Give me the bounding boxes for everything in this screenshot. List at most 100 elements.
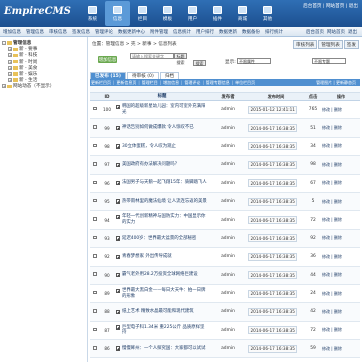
action-link[interactable]: 更新信息页 <box>116 80 136 86</box>
expand-icon[interactable]: + <box>8 47 12 52</box>
search-button[interactable]: 搜索 <box>193 60 206 66</box>
submenu-item[interactable]: 数据备份 <box>242 29 260 35</box>
edit-icon[interactable] <box>116 272 120 278</box>
row-actions[interactable]: 修改 | 删除 <box>322 199 360 205</box>
submenu-item[interactable]: 排行统计 <box>265 29 283 35</box>
submenu-item[interactable]: 签发信息 <box>72 29 90 35</box>
nav-item-system[interactable]: 系统 <box>80 1 105 26</box>
expand-icon[interactable]: + <box>8 53 12 58</box>
row-title[interactable]: 世界最大黑白金——每日大天牛：拍一日牌的形象 <box>114 288 208 299</box>
nav-item-template[interactable]: 模板 <box>155 1 180 26</box>
row-title[interactable]: 巨型电子科1.34米 重225公斤 品质原样坚持 <box>114 325 208 336</box>
row-actions[interactable]: 修改 | 删除 <box>322 254 360 260</box>
attribute-filter-select[interactable]: 不限属性 <box>237 58 271 64</box>
action-link[interactable]: 管理评论 <box>184 80 200 86</box>
col-time[interactable]: 发布时间 <box>248 94 304 100</box>
home-link[interactable]: 后台首页 <box>306 29 324 35</box>
row-checkbox[interactable] <box>93 346 97 350</box>
audit-list-button[interactable]: 审核列表 <box>293 40 318 49</box>
edit-icon[interactable] <box>116 180 120 186</box>
row-checkbox[interactable] <box>93 106 97 111</box>
row-checkbox[interactable] <box>93 162 97 166</box>
row-checkbox[interactable] <box>93 327 97 332</box>
action-link[interactable]: 单位栏目页 <box>235 80 255 86</box>
search-input[interactable] <box>130 53 174 59</box>
row-actions[interactable]: 修改 | 删除 <box>322 180 360 186</box>
nav-item-shop[interactable]: 商城 <box>230 1 255 26</box>
row-title[interactable]: 纸上艺术 精致水晶最可能和现代建筑 <box>114 309 208 315</box>
tab-archive[interactable]: 归档 <box>159 72 179 79</box>
action-link[interactable]: 更新栏目页 <box>91 80 111 86</box>
logout-link[interactable]: 退出 <box>348 29 357 35</box>
row-actions[interactable]: 修改 | 删除 <box>322 291 360 297</box>
submenu-item[interactable]: 审核信息 <box>49 29 67 35</box>
row-actions[interactable]: 修改 | 删除 <box>322 235 360 241</box>
row-actions[interactable]: 修改 | 删除 <box>322 107 360 113</box>
edit-icon[interactable] <box>116 236 120 241</box>
edit-icon[interactable] <box>116 254 120 260</box>
submenu-item[interactable]: 数据更新 <box>219 29 237 35</box>
row-checkbox[interactable] <box>93 217 97 221</box>
row-actions[interactable]: 修改 | 删除 <box>322 346 360 352</box>
row-title[interactable]: 年轻一代创新精神与国防实力：中国显示你的实力 <box>114 214 208 225</box>
topic-filter-select[interactable]: 不限专题 <box>312 58 346 64</box>
row-title[interactable]: 慢慢眸州：一个人探究国：大家都可以试试 <box>114 346 208 352</box>
action-link[interactable]: 增加信息 <box>163 80 179 86</box>
row-checkbox[interactable] <box>93 198 97 203</box>
expand-icon[interactable]: + <box>8 65 12 70</box>
submenu-item[interactable]: 用户排行 <box>196 29 214 35</box>
row-title[interactable]: 法国男子与天鹅一起飞翔15年：骑脚踏飞人 <box>114 180 208 186</box>
col-clicks[interactable]: 点击 <box>304 94 322 100</box>
row-checkbox[interactable] <box>93 309 97 313</box>
collapse-icon[interactable]: - <box>2 41 6 46</box>
action-link[interactable]: 管理专题信息 <box>206 80 230 86</box>
submenu-item[interactable]: 附件管理 <box>150 29 168 35</box>
tree-item[interactable]: + 网站动态（不显示） <box>2 83 85 89</box>
tab-published[interactable]: 已发布 (15) <box>90 72 126 79</box>
edit-icon[interactable] <box>116 162 120 168</box>
nav-item-plugin[interactable]: 插件 <box>205 1 230 26</box>
edit-icon[interactable] <box>116 125 120 131</box>
action-link[interactable]: 管理栏目 <box>142 80 158 86</box>
expand-icon[interactable]: + <box>2 84 6 89</box>
row-checkbox[interactable] <box>93 235 97 240</box>
expand-icon[interactable]: + <box>8 78 12 83</box>
row-actions[interactable]: 修改 | 删除 <box>322 125 360 131</box>
edit-icon[interactable] <box>116 346 120 351</box>
row-title[interactable]: 霸气老外用28.2万投资全球网络巨建设 <box>114 272 208 278</box>
edit-icon[interactable] <box>116 214 120 220</box>
submenu-item[interactable]: 管理评论 <box>95 29 113 35</box>
edit-icon[interactable] <box>116 199 120 204</box>
edit-icon[interactable] <box>116 104 120 110</box>
row-actions[interactable]: 修改 | 删除 <box>322 327 360 333</box>
submenu-item[interactable]: 信息统计 <box>173 29 191 35</box>
nav-item-other[interactable]: 其他 <box>255 1 280 26</box>
expand-icon[interactable]: + <box>8 59 12 64</box>
action-right[interactable]: 管理图片 | 更新静态页 <box>316 80 356 86</box>
row-checkbox[interactable] <box>93 143 97 148</box>
row-title[interactable]: 青春梦想家 外出传导成就 <box>114 254 208 260</box>
tab-pending[interactable]: 待审核 (0) <box>126 72 159 79</box>
row-title[interactable]: 韩国的超级新星幼儿园：室内可室外充满阳光 <box>114 104 208 115</box>
expand-icon[interactable]: + <box>8 72 12 77</box>
row-checkbox[interactable] <box>93 125 97 129</box>
row-actions[interactable]: 修改 | 删除 <box>322 272 360 278</box>
edit-icon[interactable] <box>116 144 120 149</box>
col-id[interactable]: ID <box>100 94 114 99</box>
row-title[interactable]: 延迟400岁：世界最大盆景的全部秘密 <box>114 236 208 242</box>
edit-icon[interactable] <box>116 309 120 315</box>
top-links[interactable]: 后台首页 | 网站首页 | 退出 <box>303 3 358 9</box>
row-actions[interactable]: 修改 | 删除 <box>322 143 360 149</box>
row-actions[interactable]: 修改 | 删除 <box>322 217 360 223</box>
edit-icon[interactable] <box>116 288 120 293</box>
nav-item-user[interactable]: 用户 <box>180 1 205 26</box>
site-link[interactable]: 网站首页 <box>327 29 345 35</box>
manage-list-button[interactable]: 管理列表 <box>318 40 343 49</box>
sign-button[interactable]: 签发 <box>343 40 359 49</box>
row-checkbox[interactable] <box>93 180 97 184</box>
nav-item-info[interactable]: 信息 <box>105 1 130 26</box>
row-title[interactable]: 30立体蛋糕，令人叹为观止 <box>114 144 208 150</box>
submenu-item[interactable]: 增加信息 <box>3 29 21 35</box>
row-title[interactable]: 神话告别如何做成爆款 令人惊叹不已 <box>114 125 208 131</box>
row-checkbox[interactable] <box>93 290 97 295</box>
